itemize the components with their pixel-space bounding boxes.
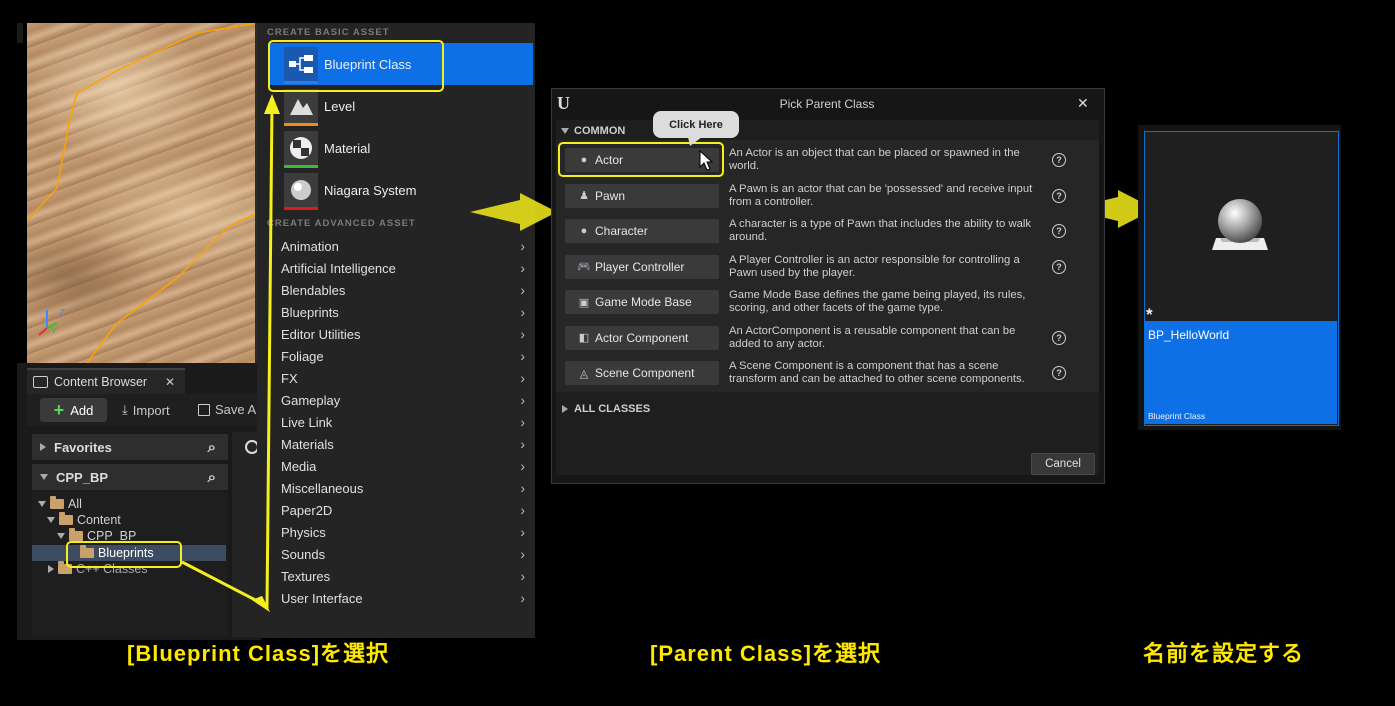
asset-name[interactable]: BP_HelloWorld [1148, 328, 1229, 342]
class-description: A Pawn is an actor that can be 'possesse… [729, 182, 1033, 208]
scene-component-icon: ◬ [579, 367, 589, 380]
mouse-cursor-icon [699, 150, 713, 171]
dialog-title: Pick Parent Class [779, 97, 875, 111]
gamepad-icon: 🎮 [577, 261, 591, 273]
help-icon[interactable]: ? [1052, 224, 1066, 238]
help-icon[interactable]: ? [1052, 366, 1066, 380]
tooltip-pointer [688, 137, 702, 146]
caption-step3: 名前を設定する [1143, 641, 1305, 666]
pawn-icon: ♟ [579, 190, 589, 202]
all-classes-section-header[interactable]: ALL CLASSES [562, 403, 650, 415]
asset-type: Blueprint Class [1148, 411, 1206, 421]
close-icon[interactable]: ✕ [1077, 95, 1089, 112]
class-button-scene-component[interactable]: ◬ Scene Component [565, 361, 719, 385]
expand-arrow-icon [562, 405, 568, 413]
class-description: A Player Controller is an actor responsi… [729, 253, 1020, 279]
class-description: An Actor is an object that can be placed… [729, 147, 1020, 172]
blueprint-thumbnail-icon [1212, 199, 1268, 250]
class-button-pawn[interactable]: ♟ Pawn [565, 183, 719, 208]
class-button-game-mode-base[interactable]: ▣ Game Mode Base [565, 290, 719, 314]
game-mode-icon: ▣ [578, 296, 590, 309]
caption-step1: [Blueprint Class]を選択 [127, 641, 390, 666]
help-icon[interactable]: ? [1052, 259, 1066, 274]
click-here-tooltip: Click Here [653, 111, 739, 138]
cancel-button[interactable]: Cancel [1031, 453, 1095, 475]
collapse-arrow-icon [561, 128, 569, 134]
actor-component-icon: ◧ [578, 332, 590, 344]
class-description: A Scene Component is a component that ha… [729, 360, 1025, 385]
class-description: A character is a type of Pawn that inclu… [729, 218, 1032, 243]
class-description: An ActorComponent is a reusable componen… [729, 324, 1016, 350]
class-description: Game Mode Base defines the game being pl… [729, 289, 1026, 314]
help-icon[interactable]: ? [1052, 330, 1066, 345]
class-button-actor-component[interactable]: ◧ Actor Component [565, 325, 719, 350]
class-button-character[interactable]: ● Character [565, 219, 719, 243]
character-icon: ● [580, 225, 588, 237]
help-icon[interactable]: ? [1052, 188, 1066, 203]
common-section-header[interactable]: COMMON [561, 125, 625, 137]
class-button-player-controller[interactable]: 🎮 Player Controller [565, 254, 719, 279]
help-icon[interactable]: ? [1052, 153, 1066, 167]
caption-step2: [Parent Class]を選択 [650, 641, 881, 666]
